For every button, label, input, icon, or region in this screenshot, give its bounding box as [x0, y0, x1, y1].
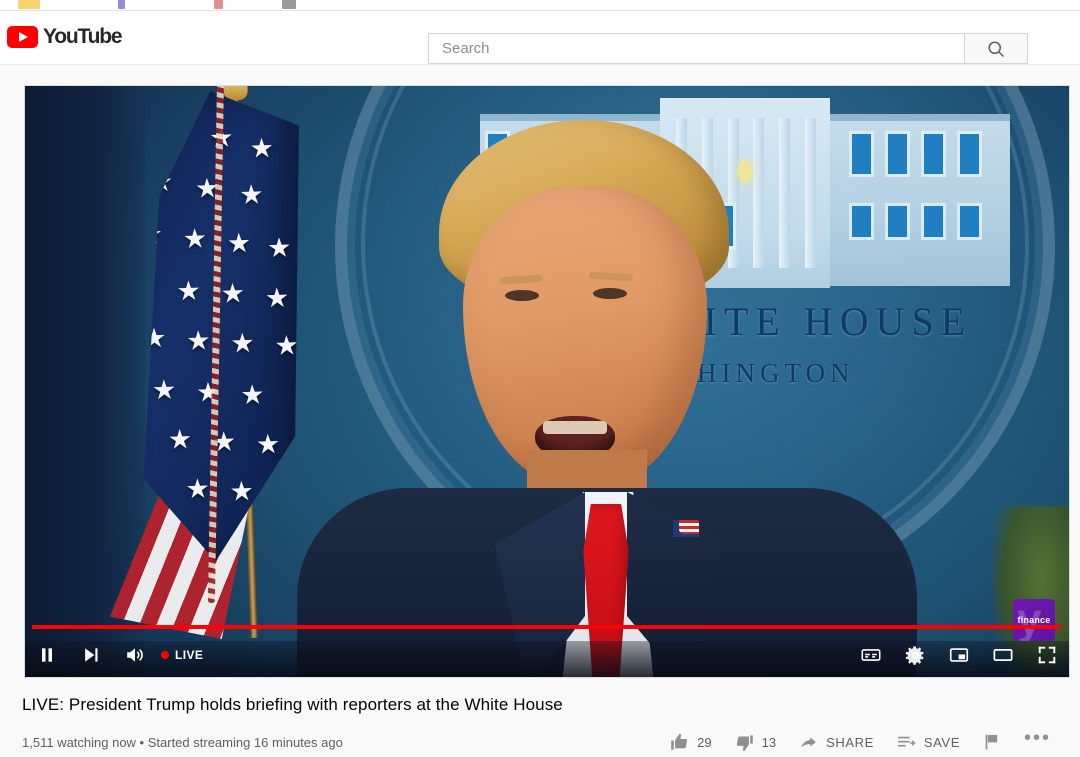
next-video-icon — [85, 648, 98, 662]
subtitles-button[interactable] — [849, 633, 893, 677]
bookmark-fragment-2 — [118, 0, 125, 9]
share-button[interactable]: SHARE — [787, 729, 885, 755]
watermark-label: finance — [1017, 615, 1051, 625]
share-arrow-icon — [801, 736, 816, 748]
fullscreen-button[interactable] — [1025, 633, 1069, 677]
search-input[interactable] — [428, 33, 964, 64]
share-label: SHARE — [826, 734, 874, 750]
next-video-button[interactable] — [69, 633, 113, 677]
flag-lapel-pin — [673, 520, 699, 537]
bookmark-fragment-4 — [282, 0, 296, 9]
view-count-line: 1,511 watching now • Started streaming 1… — [22, 734, 343, 750]
control-row: LIVE — [25, 633, 1069, 677]
gear-icon — [905, 645, 923, 665]
search-bar — [428, 33, 1028, 64]
youtube-logo[interactable]: YouTube — [7, 25, 123, 49]
thumbs-down-icon — [736, 734, 753, 751]
miniplayer-button[interactable] — [937, 633, 981, 677]
closed-captions-icon — [861, 649, 881, 661]
fullscreen-icon — [1038, 646, 1056, 664]
pause-icon — [42, 648, 52, 662]
video-player[interactable]: WHITE HOUSE WASHINGTON ★ ★ ★ ★ ★ ★ ★ ★ ★… — [24, 85, 1070, 678]
save-label: SAVE — [923, 734, 960, 750]
youtube-wordmark: YouTube — [43, 25, 123, 48]
meta-row: 1,511 watching now • Started streaming 1… — [22, 726, 1062, 755]
video-title: LIVE: President Trump holds briefing wit… — [22, 695, 563, 714]
more-horizontal-icon: ••• — [1023, 726, 1051, 749]
search-button[interactable] — [964, 33, 1028, 64]
theater-mode-icon — [993, 648, 1013, 662]
flag-icon — [985, 734, 998, 750]
miniplayer-icon — [949, 648, 969, 662]
browser-chrome-sliver — [0, 0, 1080, 11]
bookmark-fragment-3 — [214, 0, 223, 9]
live-dot-icon — [161, 651, 169, 659]
thumbs-up-icon — [671, 733, 688, 750]
live-indicator[interactable]: LIVE — [161, 648, 203, 662]
youtube-play-icon — [7, 26, 38, 48]
youtube-masthead: YouTube — [0, 11, 1080, 65]
video-subject — [297, 120, 917, 677]
bookmark-fragment-1 — [18, 0, 40, 9]
volume-button[interactable] — [113, 633, 157, 677]
volume-high-icon — [127, 648, 143, 662]
report-button[interactable] — [971, 729, 1013, 755]
search-icon — [988, 40, 1004, 57]
like-count: 29 — [697, 734, 712, 750]
page-body: WHITE HOUSE WASHINGTON ★ ★ ★ ★ ★ ★ ★ ★ ★… — [0, 65, 1080, 757]
video-meta-section: LIVE: President Trump holds briefing wit… — [22, 693, 1062, 755]
video-stage: WHITE HOUSE WASHINGTON ★ ★ ★ ★ ★ ★ ★ ★ ★… — [25, 86, 1069, 677]
american-flag: ★ ★ ★ ★ ★ ★ ★ ★ ★ ★ ★ ★ ★ ★ ★ ★ ★ ★ ★ ★ … — [55, 86, 324, 644]
dislike-count: 13 — [761, 734, 777, 750]
player-controls: LIVE — [25, 625, 1069, 677]
progress-bar-fill — [32, 625, 1062, 629]
like-button[interactable]: 29 — [658, 729, 722, 755]
pause-button[interactable] — [25, 633, 69, 677]
live-label: LIVE — [175, 648, 204, 662]
more-options-button[interactable]: ••• — [1013, 726, 1062, 755]
save-to-playlist-icon — [898, 736, 916, 747]
settings-button[interactable] — [893, 633, 937, 677]
save-button[interactable]: SAVE — [885, 729, 971, 755]
progress-bar[interactable] — [32, 625, 1062, 629]
video-actions: 29 13 SHARE SAVE ••• — [658, 726, 1062, 755]
dislike-button[interactable]: 13 — [723, 729, 787, 755]
theater-mode-button[interactable] — [981, 633, 1025, 677]
